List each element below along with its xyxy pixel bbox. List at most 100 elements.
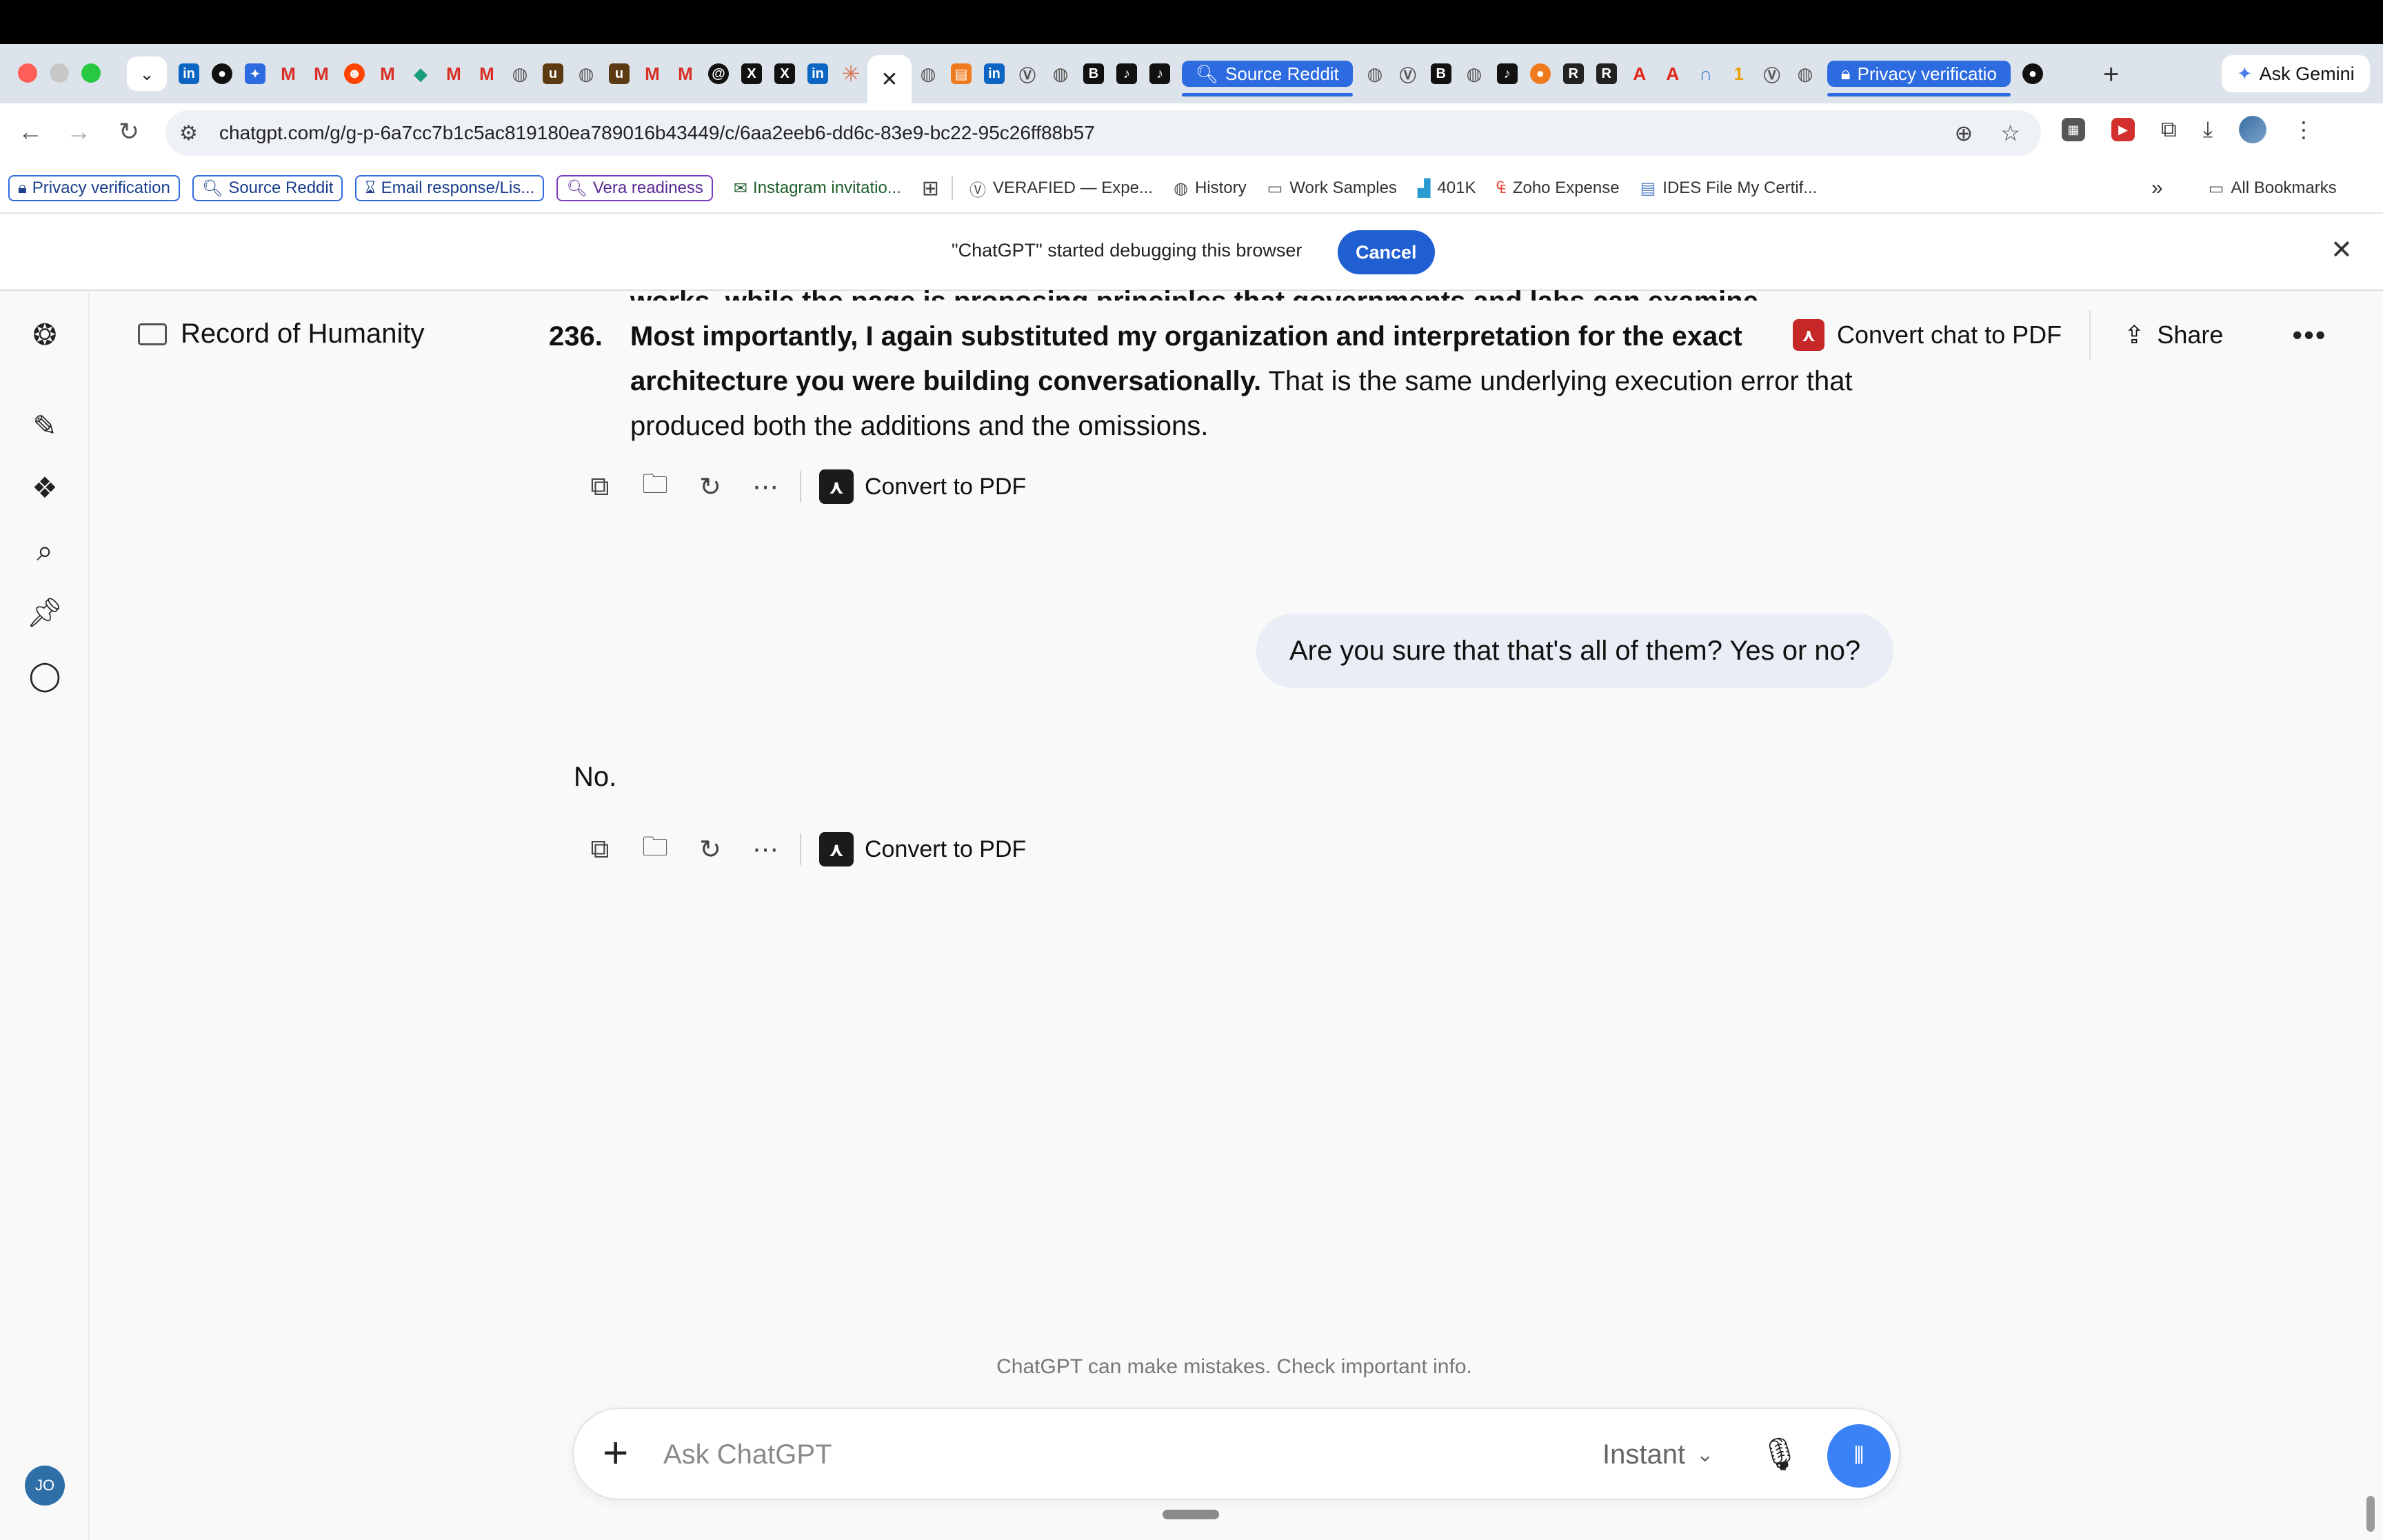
download-icon[interactable]: ⤓: [2203, 116, 2213, 143]
tab-openai[interactable]: ●: [205, 55, 239, 92]
tab-gmail-2[interactable]: M: [305, 55, 338, 92]
tab-beat-2[interactable]: B: [1425, 55, 1458, 92]
project-breadcrumb[interactable]: Record of Humanity: [138, 318, 424, 349]
tab-adobe-1[interactable]: A: [1623, 55, 1656, 92]
close-window-button[interactable]: [18, 63, 37, 83]
bookmark-401k[interactable]: ▟ 401K: [1414, 179, 1480, 199]
tab-gmail-6[interactable]: M: [636, 55, 669, 92]
search-icon[interactable]: ⌕: [26, 532, 63, 569]
bookmark-group-privacy[interactable]: 🔒︎ Privacy verification: [8, 175, 180, 201]
convert-to-pdf-button[interactable]: ⋏ Convert to PDF: [819, 469, 1026, 504]
bookmark-work-samples[interactable]: ▭ Work Samples: [1263, 179, 1401, 199]
user-avatar[interactable]: JO: [25, 1466, 65, 1506]
tab-diamond[interactable]: ◆: [404, 55, 437, 92]
extension-pdf-icon[interactable]: ▶: [2111, 118, 2135, 141]
tab-gmail-4[interactable]: M: [437, 55, 470, 92]
profile-avatar[interactable]: [2239, 116, 2267, 143]
tab-tiktok-1[interactable]: ♪: [1110, 55, 1143, 92]
tab-arc[interactable]: ∩: [1689, 55, 1722, 92]
tab-globe-1[interactable]: ◍: [503, 55, 536, 92]
new-chat-icon[interactable]: ✎: [26, 407, 63, 444]
tab-beat[interactable]: B: [1077, 55, 1110, 92]
tab-globe-7[interactable]: ◍: [1789, 55, 1822, 92]
bookmark-group-source-reddit[interactable]: 🔍︎ Source Reddit: [192, 175, 343, 201]
copy-icon[interactable]: ⧉: [572, 835, 627, 864]
back-button[interactable]: ←: [18, 117, 43, 146]
tab-ups-2[interactable]: u: [603, 55, 636, 92]
zoom-icon[interactable]: ⊕: [1955, 120, 1973, 146]
gpts-icon[interactable]: ❖: [26, 469, 63, 506]
pin-icon[interactable]: 📌︎: [26, 594, 63, 631]
tab-x-1[interactable]: X: [735, 55, 768, 92]
chat-bubble-icon[interactable]: ◯: [26, 656, 63, 693]
more-icon[interactable]: ⋯: [738, 472, 793, 503]
tab-r-2[interactable]: R: [1590, 55, 1623, 92]
tab-linkedin-2[interactable]: in: [801, 55, 834, 92]
microphone-icon[interactable]: 🎙︎: [1760, 1435, 1800, 1473]
tab-globe-4[interactable]: ◍: [1044, 55, 1077, 92]
tab-linkedin-3[interactable]: in: [978, 55, 1011, 92]
tab-verafied-3[interactable]: Ⓥ: [1756, 55, 1789, 92]
chat-input[interactable]: [663, 1434, 1456, 1475]
tab-tool[interactable]: ✦: [239, 55, 272, 92]
tab-globe-5[interactable]: ◍: [1358, 55, 1391, 92]
address-bar[interactable]: ⚙ chatgpt.com/g/g-p-6a7cc7b1c5ac819180ea…: [165, 110, 2041, 156]
model-selector[interactable]: Instant ⌄: [1602, 1439, 1713, 1470]
voice-mode-button[interactable]: ⦀: [1827, 1424, 1891, 1488]
forward-button[interactable]: →: [66, 117, 91, 146]
star-icon[interactable]: ☆: [2000, 120, 2020, 146]
bookmark-verafied[interactable]: Ⓥ VERAFIED — Expe...: [965, 176, 1157, 201]
tab-group-privacy-verification[interactable]: 🔒︎ Privacy verificatio: [1827, 61, 2011, 97]
copy-icon[interactable]: ⧉: [572, 472, 627, 502]
tab-globe-6[interactable]: ◍: [1458, 55, 1491, 92]
zoom-window-button[interactable]: [81, 63, 101, 83]
more-icon[interactable]: ⋯: [738, 834, 793, 865]
more-bookmarks-button[interactable]: »: [2151, 176, 2163, 200]
tab-r-1[interactable]: R: [1557, 55, 1590, 92]
tab-gmail-5[interactable]: M: [470, 55, 503, 92]
bookmark-group-instagram[interactable]: ✉︎ Instagram invitatio...: [725, 175, 909, 201]
close-icon[interactable]: ✕: [881, 68, 898, 92]
tab-ups-1[interactable]: u: [536, 55, 570, 92]
save-to-folder-icon[interactable]: 🗀︎: [627, 465, 683, 509]
tab-claude[interactable]: ✳: [834, 55, 867, 92]
scroll-handle[interactable]: [1163, 1510, 1219, 1519]
share-button[interactable]: ⇪ Share: [2124, 321, 2223, 349]
tab-tiktok-2[interactable]: ♪: [1143, 55, 1176, 92]
tab-one[interactable]: 1: [1722, 55, 1756, 92]
regenerate-icon[interactable]: ↻: [683, 472, 738, 503]
bookmark-group-vera[interactable]: 🔍︎ Vera readiness: [556, 175, 713, 201]
bookmark-history[interactable]: ◍ History: [1169, 179, 1251, 199]
tab-tiktok-3[interactable]: ♪: [1491, 55, 1524, 92]
site-settings-icon[interactable]: ⚙: [179, 121, 207, 145]
tab-adobe-2[interactable]: A: [1656, 55, 1689, 92]
tab-verafied-2[interactable]: Ⓥ: [1391, 55, 1425, 92]
new-tab-button[interactable]: +: [2103, 59, 2119, 90]
tab-x-2[interactable]: X: [768, 55, 801, 92]
reload-button[interactable]: ↻: [119, 117, 139, 146]
bookmark-zoho[interactable]: ₠ Zoho Expense: [1492, 179, 1623, 198]
tab-globe-2[interactable]: ◍: [570, 55, 603, 92]
tab-gmail-7[interactable]: M: [669, 55, 702, 92]
tab-threads[interactable]: @: [702, 55, 735, 92]
regenerate-icon[interactable]: ↻: [683, 834, 738, 865]
scrollbar-thumb[interactable]: [2366, 1496, 2375, 1532]
bookmark-ides[interactable]: ▤ IDES File My Certif...: [1636, 179, 1822, 199]
chatgpt-logo-icon[interactable]: ❂: [26, 316, 63, 353]
all-bookmarks-button[interactable]: ▭ All Bookmarks: [2204, 179, 2341, 199]
tab-search-button[interactable]: ⌄: [127, 57, 167, 91]
close-icon[interactable]: ✕: [2331, 234, 2353, 265]
extension-icon[interactable]: ▦: [2062, 118, 2085, 141]
tab-reddit[interactable]: ☻: [338, 55, 371, 92]
convert-to-pdf-button[interactable]: ⋏ Convert to PDF: [819, 832, 1026, 867]
tab-verafied-1[interactable]: Ⓥ: [1011, 55, 1044, 92]
cancel-debugging-button[interactable]: Cancel: [1338, 230, 1435, 274]
tab-openai-2[interactable]: ●: [2016, 55, 2049, 92]
tab-orange[interactable]: ▤: [945, 55, 978, 92]
tab-active-close[interactable]: ✕: [867, 55, 912, 103]
puzzle-icon[interactable]: ⧉: [2161, 116, 2177, 143]
tab-globe-3[interactable]: ◍: [912, 55, 945, 92]
tab-linkedin[interactable]: in: [172, 55, 205, 92]
bookmark-group-email[interactable]: ⌛︎ Email response/Lis...: [355, 175, 545, 201]
tab-orange-2[interactable]: ●: [1524, 55, 1557, 92]
